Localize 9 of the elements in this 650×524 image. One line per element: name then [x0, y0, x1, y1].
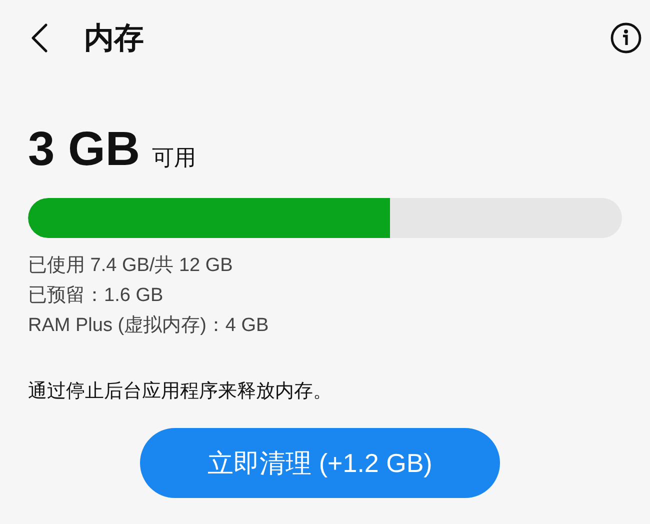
memory-detail: RAM Plus (虚拟内存)：4 GB [28, 314, 270, 338]
available-amount: 3 GB [28, 126, 140, 174]
clean-now-button[interactable]: 立即清理 (+1.2 GB) [140, 428, 500, 498]
memory-detail: 已使用 7.4 GB/共 12 GB [28, 254, 234, 278]
memory-detail: 已预留：1.6 GB [28, 284, 164, 308]
info-icon[interactable] [610, 22, 642, 54]
available-label: 可用 [152, 144, 196, 172]
page-title: 内存 [84, 20, 144, 56]
description: 通过停止后台应用程序来释放内存。 [27, 380, 333, 404]
